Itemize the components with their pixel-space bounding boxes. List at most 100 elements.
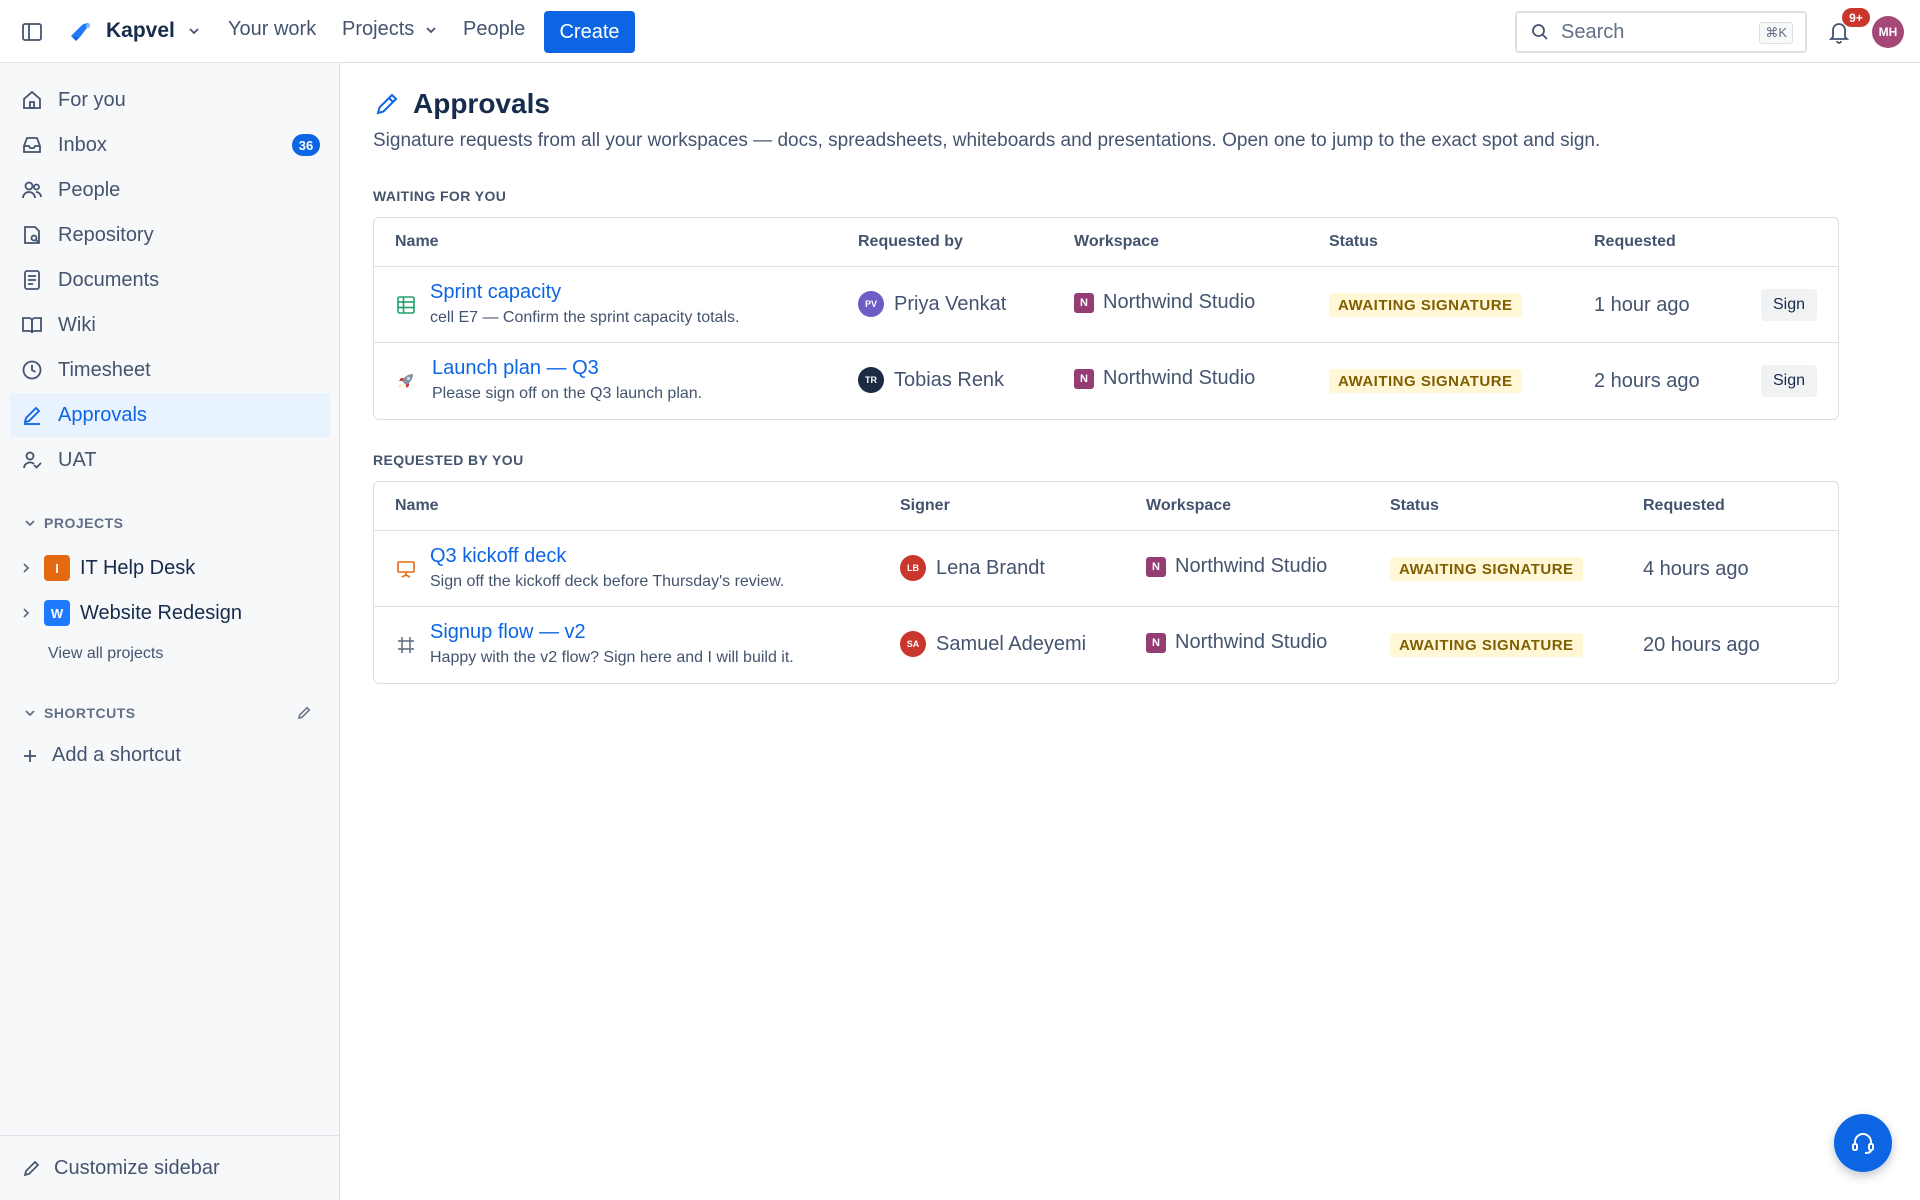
notifications-count-badge: 9+	[1842, 8, 1870, 27]
project-avatar: I	[44, 555, 70, 581]
sidebar-item-label: People	[58, 178, 121, 201]
status-badge: AWAITING SIGNATURE	[1390, 557, 1583, 581]
page-header: Approvals	[373, 88, 550, 120]
signer-name: Lena Brandt	[936, 556, 1045, 579]
requested-time: 20 hours ago	[1643, 634, 1760, 656]
table-row[interactable]: Sprint capacity cell E7 — Confirm the sp…	[374, 267, 1838, 343]
sidebar-item-documents[interactable]: Documents	[10, 258, 330, 302]
user-avatar[interactable]: MH	[1872, 16, 1904, 48]
repository-icon	[20, 223, 44, 247]
column-header-name: Name	[395, 497, 439, 514]
nav-people[interactable]: People	[463, 18, 525, 41]
search-shortcut-hint: ⌘K	[1759, 22, 1793, 44]
top-navigation-bar: Kapvel Your work Projects People Create …	[0, 0, 1920, 63]
requester: TR Tobias Renk	[858, 367, 1004, 393]
shortcuts-section-toggle[interactable]: SHORTCUTS	[24, 705, 136, 721]
add-shortcut-label: Add a shortcut	[52, 744, 181, 766]
spreadsheet-icon	[394, 293, 418, 317]
project-item-website-redesign[interactable]: W Website Redesign	[20, 593, 330, 633]
waiting-for-you-heading: WAITING FOR YOU	[373, 188, 507, 204]
projects-heading: PROJECTS	[44, 515, 124, 531]
inbox-count-badge: 36	[292, 134, 320, 156]
approval-subtitle: Please sign off on the Q3 launch plan.	[432, 385, 703, 402]
create-button[interactable]: Create	[544, 11, 635, 53]
chevron-right-icon[interactable]	[20, 607, 34, 619]
help-support-headset-icon[interactable]	[1834, 1114, 1892, 1172]
pen-icon	[20, 403, 44, 427]
project-item-it-help-desk[interactable]: I IT Help Desk	[20, 548, 330, 588]
workspace-name: Northwind Studio	[1103, 291, 1256, 313]
nav-your-work[interactable]: Your work	[228, 18, 316, 41]
shortcuts-heading: SHORTCUTS	[44, 705, 136, 721]
nav-projects[interactable]: Projects	[342, 18, 438, 41]
workspace-avatar: N	[1074, 292, 1094, 313]
waiting-for-you-table: Name Requested by Workspace Status Reque…	[373, 217, 1839, 420]
requested-by-you-table: Name Signer Workspace Status Requested Q…	[373, 481, 1839, 684]
sidebar-toggle-icon[interactable]	[18, 18, 46, 46]
projects-section-toggle[interactable]: PROJECTS	[24, 515, 123, 531]
sign-button[interactable]: Sign	[1761, 365, 1817, 397]
column-header-status: Status	[1390, 497, 1439, 514]
table-row[interactable]: Q3 kickoff deck Sign off the kickoff dec…	[374, 531, 1838, 607]
sidebar-item-label: Inbox	[58, 133, 107, 156]
product-switcher[interactable]: Kapvel	[68, 14, 201, 48]
approval-title-link[interactable]: Q3 kickoff deck	[430, 545, 566, 568]
pencil-icon	[22, 1158, 42, 1178]
chevron-down-icon	[187, 24, 201, 38]
chevron-down-icon	[24, 517, 36, 529]
table-row[interactable]: Signup flow — v2 Happy with the v2 flow?…	[374, 607, 1838, 683]
chevron-right-icon[interactable]	[20, 562, 34, 574]
sidebar-item-approvals[interactable]: Approvals	[10, 393, 330, 437]
search-input[interactable]	[1561, 20, 1751, 44]
requested-time: 1 hour ago	[1594, 294, 1690, 316]
document-icon	[20, 268, 44, 292]
avatar: LB	[900, 555, 926, 581]
column-header-name: Name	[395, 233, 439, 250]
search-box[interactable]: ⌘K	[1515, 11, 1807, 53]
column-header-requested: Requested	[1643, 497, 1725, 514]
home-icon	[20, 88, 44, 112]
plus-icon	[22, 748, 38, 764]
sign-button[interactable]: Sign	[1761, 289, 1817, 321]
main-content: Approvals Signature requests from all yo…	[341, 63, 1920, 1200]
sidebar-item-for-you[interactable]: For you	[10, 78, 330, 122]
workspace-name: Northwind Studio	[1175, 631, 1328, 653]
sidebar-item-repository[interactable]: Repository	[10, 213, 330, 257]
signer-name: Samuel Adeyemi	[936, 632, 1087, 655]
workspace-avatar: N	[1146, 632, 1166, 653]
add-shortcut-button[interactable]: Add a shortcut	[22, 744, 181, 767]
kapvel-logo-icon	[68, 18, 94, 44]
requester-name: Priya Venkat	[894, 292, 1007, 315]
approval-title-link[interactable]: Signup flow — v2	[430, 621, 586, 644]
table-row[interactable]: Launch plan — Q3 Please sign off on the …	[374, 343, 1838, 419]
sidebar-item-inbox[interactable]: Inbox 36	[10, 123, 330, 167]
edit-shortcuts-pencil-icon[interactable]	[296, 705, 312, 721]
avatar: TR	[858, 367, 884, 393]
workspace: N Northwind Studio	[1074, 367, 1255, 390]
customize-sidebar-button[interactable]: Customize sidebar	[0, 1135, 340, 1200]
user-check-icon	[20, 448, 44, 472]
sidebar-item-timesheet[interactable]: Timesheet	[10, 348, 330, 392]
approval-subtitle: Happy with the v2 flow? Sign here and I …	[430, 649, 794, 666]
approval-title-link[interactable]: Sprint capacity	[430, 281, 561, 304]
column-header-status: Status	[1329, 233, 1378, 250]
sidebar-item-label: UAT	[58, 448, 97, 471]
approval-title-link[interactable]: Launch plan — Q3	[432, 357, 599, 380]
requester: PV Priya Venkat	[858, 291, 1006, 317]
sidebar-item-people[interactable]: People	[10, 168, 330, 212]
clock-icon	[20, 358, 44, 382]
book-icon	[20, 313, 44, 337]
signer: SA Samuel Adeyemi	[900, 631, 1086, 657]
sidebar-item-wiki[interactable]: Wiki	[10, 303, 330, 347]
presentation-icon	[394, 557, 418, 581]
avatar: SA	[900, 631, 926, 657]
requester-name: Tobias Renk	[894, 368, 1005, 391]
inbox-icon	[20, 133, 44, 157]
requested-time: 4 hours ago	[1643, 558, 1749, 580]
sidebar-item-label: Documents	[58, 268, 160, 291]
sidebar-item-uat[interactable]: UAT	[10, 438, 330, 482]
column-header-workspace: Workspace	[1146, 497, 1232, 514]
view-all-projects-link[interactable]: View all projects	[48, 645, 163, 663]
workspace: N Northwind Studio	[1146, 555, 1327, 578]
project-avatar: W	[44, 600, 70, 626]
